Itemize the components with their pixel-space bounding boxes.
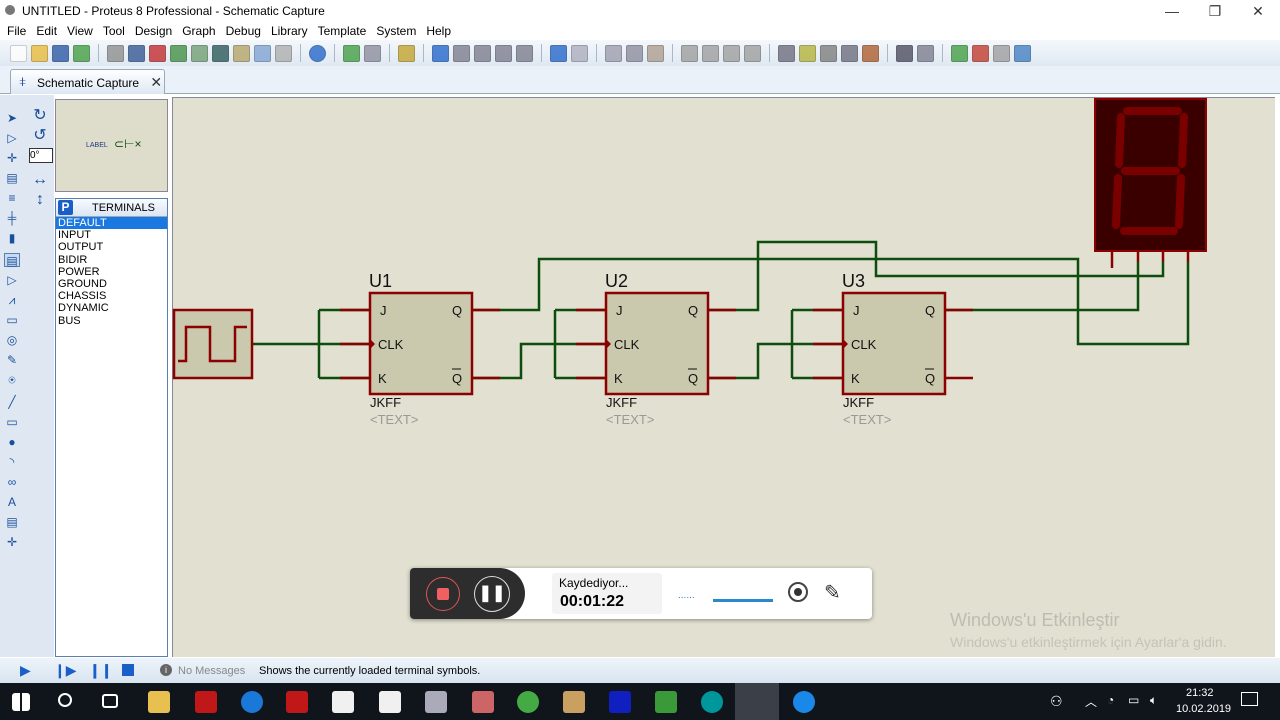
proteus-app[interactable] — [735, 683, 779, 720]
part-text: <TEXT> — [370, 412, 418, 427]
segment-b — [1178, 113, 1188, 168]
jk-flip-flop-u1[interactable]: U1 J CLK K Q Q JKFF <TEXT> — [340, 271, 500, 427]
chrome-app[interactable] — [517, 691, 539, 713]
pause-button[interactable]: ❙❙ — [89, 662, 112, 679]
edge-app[interactable] — [241, 691, 263, 713]
clock-date[interactable]: 10.02.2019 — [1176, 703, 1231, 715]
wire[interactable] — [472, 257, 1190, 346]
idm-app[interactable] — [655, 691, 677, 713]
volume-slider[interactable] — [713, 599, 773, 602]
screen-recorder-panel: ❚❚ Kaydediyor... 00:01:22 ...... ✎ — [410, 568, 872, 619]
pin-label-q: Q — [452, 303, 462, 318]
activation-watermark-subtitle: Windows'u etkinleştirmek için Ayarlar'a … — [950, 634, 1227, 650]
pin-label-k: K — [378, 371, 387, 386]
audio-level-dots: ...... — [678, 590, 695, 601]
status-hint: Shows the currently loaded terminal symb… — [259, 665, 481, 677]
part-reference: U2 — [605, 271, 628, 291]
people-icon[interactable]: ⚇ — [1050, 693, 1063, 710]
segment-e — [1112, 174, 1122, 229]
pin-label-qbar: Q — [452, 371, 462, 386]
segment-c — [1175, 174, 1185, 229]
volume-icon[interactable]: 🔈︎ — [1150, 693, 1157, 708]
snipping-tool-app[interactable] — [472, 691, 494, 713]
part-reference: U3 — [842, 271, 865, 291]
pin-label-k: K — [851, 371, 860, 386]
clock-time[interactable]: 21:32 — [1186, 687, 1214, 699]
pin-label-j: J — [616, 303, 623, 318]
store-app[interactable] — [332, 691, 354, 713]
part-reference: U1 — [369, 271, 392, 291]
pin-label-j: J — [380, 303, 387, 318]
pin-label-clk: CLK — [851, 337, 877, 352]
pin-label-clk: CLK — [378, 337, 404, 352]
messages-status[interactable]: No Messages — [178, 665, 245, 677]
play-button[interactable]: ▶ — [20, 662, 31, 679]
step-button[interactable]: ❙▶ — [54, 662, 77, 679]
task-view-button[interactable] — [102, 694, 118, 708]
mplab-app[interactable] — [286, 691, 308, 713]
part-text: <TEXT> — [606, 412, 654, 427]
ccleaner-app[interactable] — [793, 691, 815, 713]
info-icon: i — [160, 664, 172, 676]
acrobat-app[interactable] — [195, 691, 217, 713]
stop-icon — [437, 588, 449, 600]
wire[interactable] — [708, 342, 843, 380]
pin-label-qbar: Q — [925, 371, 935, 386]
wire[interactable] — [472, 342, 606, 380]
status-bar: ▶ ❙▶ ❙❙ i No Messages Shows the currentl… — [0, 658, 1280, 683]
pin-label-clk: CLK — [614, 337, 640, 352]
stop-recording-button[interactable] — [426, 577, 460, 611]
recording-time: 00:01:22 — [560, 593, 625, 610]
pin-label-k: K — [614, 371, 623, 386]
action-center-icon[interactable] — [1241, 692, 1258, 706]
arduino-app[interactable] — [701, 691, 723, 713]
jk-flip-flop-u3[interactable]: U3 J CLK K Q Q JKFF <TEXT> — [813, 271, 973, 427]
start-button[interactable] — [12, 693, 30, 711]
pin-label-q: Q — [688, 303, 698, 318]
segment-f — [1115, 113, 1125, 168]
windows-taskbar: ⚇ ︿ ◔ ▭ 🔈︎ 21:32 10.02.2019 — [0, 683, 1280, 720]
seven-segment-display[interactable] — [1094, 98, 1207, 268]
pin-label-q: Q — [925, 303, 935, 318]
part-type: JKFF — [370, 395, 401, 410]
isis-app[interactable] — [609, 691, 631, 713]
stop-button[interactable] — [122, 664, 134, 676]
wire[interactable] — [944, 262, 1140, 312]
part-text: <TEXT> — [843, 412, 891, 427]
schematic-drawing: U1JCLKKQQJKFF<TEXT>U2JCLKKQQJKFF<TEXT>U3… — [172, 98, 1207, 427]
part-type: JKFF — [843, 395, 874, 410]
paint-app[interactable] — [563, 691, 585, 713]
mail-app[interactable] — [379, 691, 401, 713]
pause-recording-button[interactable]: ❚❚ — [474, 576, 510, 612]
app-9[interactable] — [425, 691, 447, 713]
activation-watermark-title: Windows'u Etkinleştir — [950, 610, 1120, 630]
search-button[interactable] — [58, 693, 72, 707]
show-hidden-icons[interactable]: ︿ — [1085, 693, 1097, 710]
file-explorer-app[interactable] — [148, 691, 170, 713]
battery-icon[interactable]: ▭ — [1128, 693, 1139, 707]
pin-label-qbar: Q — [688, 371, 698, 386]
webcam-icon[interactable] — [788, 582, 808, 602]
pencil-icon[interactable]: ✎ — [824, 580, 841, 605]
part-type: JKFF — [606, 395, 637, 410]
recording-status: Kaydediyor... — [559, 576, 629, 590]
jk-flip-flop-u2[interactable]: U2 J CLK K Q Q JKFF <TEXT> — [576, 271, 736, 427]
pin-label-j: J — [853, 303, 860, 318]
wifi-icon[interactable]: ◔ — [1107, 693, 1114, 707]
